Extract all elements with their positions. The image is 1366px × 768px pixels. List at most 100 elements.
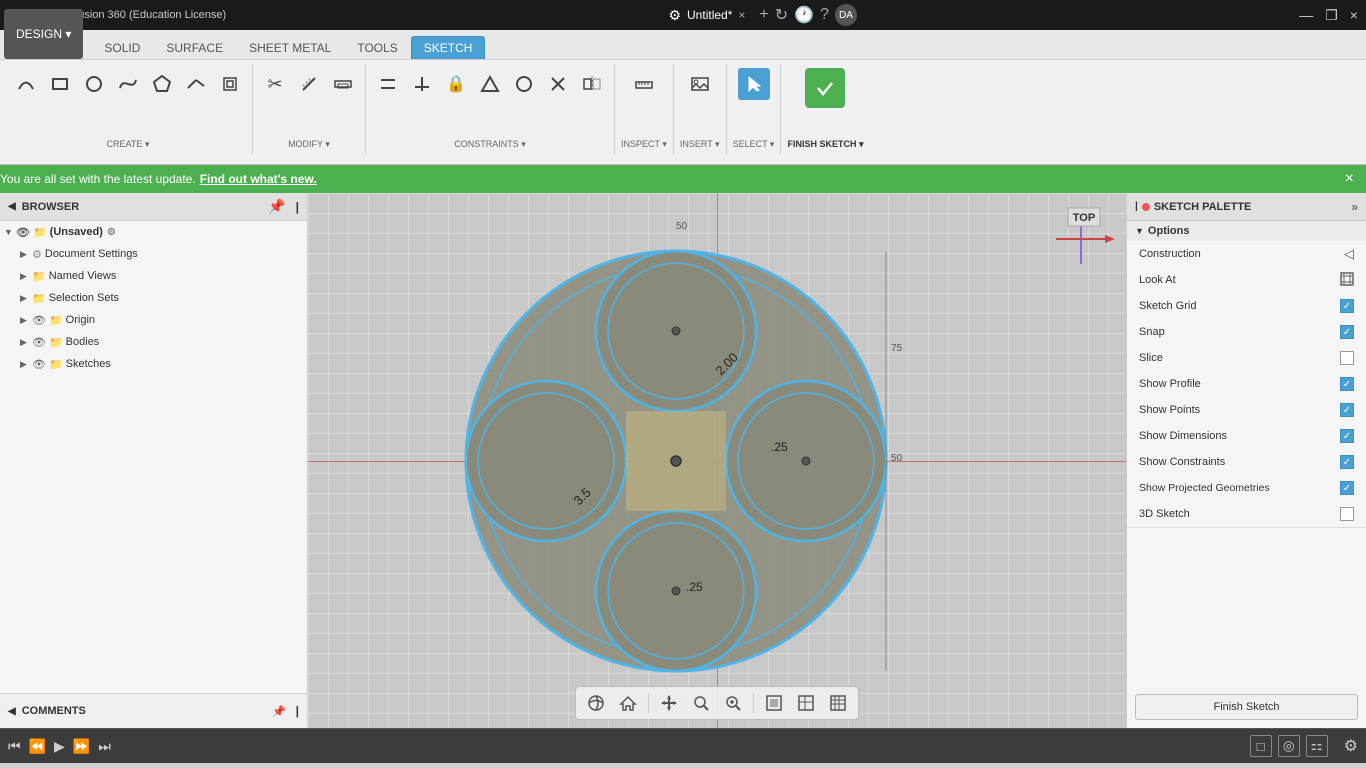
home-btn[interactable] bbox=[614, 689, 642, 717]
update-link[interactable]: Find out what's new. bbox=[200, 172, 317, 186]
circle-constraint[interactable] bbox=[508, 68, 540, 100]
display-mode-btn[interactable] bbox=[760, 689, 788, 717]
tab-solid[interactable]: SOLID bbox=[91, 36, 153, 59]
tab-sketch[interactable]: SKETCH bbox=[411, 36, 486, 59]
show-constraints-checkbox[interactable] bbox=[1340, 455, 1354, 469]
circle-tool[interactable] bbox=[78, 68, 110, 100]
tab-close-icon[interactable]: × bbox=[738, 8, 745, 22]
show-projected-checkbox[interactable] bbox=[1340, 481, 1354, 495]
parallel-constraint[interactable] bbox=[372, 68, 404, 100]
user-avatar[interactable]: DA bbox=[835, 4, 857, 26]
finish-sketch-btn-icon[interactable] bbox=[805, 68, 845, 108]
scissors-tool[interactable]: ✂ bbox=[259, 68, 291, 100]
slice-checkbox[interactable] bbox=[1340, 351, 1354, 365]
palette-row-look-at[interactable]: Look At bbox=[1127, 267, 1366, 293]
eye-icon[interactable]: 👁 bbox=[16, 226, 30, 239]
mirror-constraint[interactable] bbox=[576, 68, 608, 100]
palette-row-show-profile[interactable]: Show Profile bbox=[1127, 371, 1366, 397]
zoom-fit-btn[interactable] bbox=[687, 689, 715, 717]
triangle-constraint[interactable] bbox=[474, 68, 506, 100]
timeline-box-select-btn[interactable]: □ bbox=[1250, 735, 1272, 757]
zoom-btn[interactable] bbox=[719, 689, 747, 717]
eye-icon[interactable]: 👁 bbox=[32, 336, 46, 349]
browser-item-bodies[interactable]: ▶ 👁 📁 Bodies bbox=[0, 331, 307, 353]
palette-row-show-constraints[interactable]: Show Constraints bbox=[1127, 449, 1366, 475]
refresh-icon[interactable]: ↻ bbox=[775, 5, 788, 25]
ruler-tool[interactable] bbox=[628, 68, 660, 100]
timeline-cycle-btn[interactable]: ◎ bbox=[1278, 735, 1300, 757]
eye-icon[interactable]: 👁 bbox=[32, 358, 46, 371]
settings-gear-btn[interactable]: ⚙ bbox=[1344, 736, 1358, 756]
constraints-label[interactable]: CONSTRAINTS ▾ bbox=[454, 137, 526, 150]
extend-tool[interactable] bbox=[327, 68, 359, 100]
tab-title[interactable]: Untitled* bbox=[687, 8, 732, 22]
sketch-grid-checkbox[interactable] bbox=[1340, 299, 1354, 313]
palette-row-3d-sketch[interactable]: 3D Sketch bbox=[1127, 501, 1366, 527]
design-dropdown[interactable]: DESIGN ▾ bbox=[4, 9, 83, 59]
insert-image-tool[interactable] bbox=[684, 68, 716, 100]
timeline-next-btn[interactable]: ⏩ bbox=[73, 738, 90, 755]
show-points-checkbox[interactable] bbox=[1340, 403, 1354, 417]
browser-item-unsaved[interactable]: ▼ 👁 📁 (Unsaved) ⚙ bbox=[0, 221, 307, 243]
help-icon[interactable]: ? bbox=[820, 6, 829, 24]
palette-row-show-points[interactable]: Show Points bbox=[1127, 397, 1366, 423]
browser-item-origin[interactable]: ▶ 👁 📁 Origin bbox=[0, 309, 307, 331]
comments-collapse-btn[interactable]: | bbox=[296, 704, 299, 718]
grid-btn[interactable] bbox=[792, 689, 820, 717]
finish-sketch-palette-btn[interactable]: Finish Sketch bbox=[1135, 694, 1358, 720]
new-tab-btn[interactable]: + bbox=[759, 6, 768, 24]
update-close-btn[interactable]: × bbox=[1345, 170, 1354, 188]
maximize-btn[interactable]: ❐ bbox=[1325, 7, 1338, 24]
snap-checkbox[interactable] bbox=[1340, 325, 1354, 339]
select-label[interactable]: SELECT ▾ bbox=[733, 137, 775, 150]
browser-item-doc-settings[interactable]: ▶ ⚙ Document Settings bbox=[0, 243, 307, 265]
eye-icon[interactable]: 👁 bbox=[32, 314, 46, 327]
browser-item-named-views[interactable]: ▶ 📁 Named Views bbox=[0, 265, 307, 287]
show-dimensions-checkbox[interactable] bbox=[1340, 429, 1354, 443]
select-tool[interactable] bbox=[738, 68, 770, 100]
browser-item-sketches[interactable]: ▶ 👁 📁 Sketches bbox=[0, 353, 307, 375]
timeline-view-btn[interactable]: ⚏ bbox=[1306, 735, 1328, 757]
comments-pin-btn[interactable]: 📌 bbox=[272, 705, 286, 718]
spline-tool[interactable] bbox=[112, 68, 144, 100]
view-settings-btn[interactable] bbox=[824, 689, 852, 717]
polygon-tool[interactable] bbox=[146, 68, 178, 100]
timeline-start-btn[interactable]: ⏮ bbox=[8, 738, 21, 755]
browser-pin-btn[interactable]: 📌 bbox=[268, 198, 285, 215]
palette-row-show-projected[interactable]: Show Projected Geometries bbox=[1127, 475, 1366, 501]
cross-constraint[interactable] bbox=[542, 68, 574, 100]
tab-surface[interactable]: SURFACE bbox=[153, 36, 236, 59]
orbit-btn[interactable] bbox=[582, 689, 610, 717]
finish-sketch-label[interactable]: FINISH SKETCH ▾ bbox=[787, 137, 863, 150]
browser-collapse-btn[interactable]: | bbox=[296, 200, 299, 214]
timeline-end-btn[interactable]: ⏭ bbox=[98, 738, 111, 755]
minimize-btn[interactable]: — bbox=[1299, 7, 1313, 23]
palette-options-header[interactable]: ▼ Options bbox=[1127, 221, 1366, 241]
history-icon[interactable]: 🕐 bbox=[794, 5, 814, 25]
offset-tool[interactable] bbox=[214, 68, 246, 100]
3d-sketch-checkbox[interactable] bbox=[1340, 507, 1354, 521]
pan-btn[interactable] bbox=[655, 689, 683, 717]
timeline-play-btn[interactable]: ▶ bbox=[54, 738, 65, 755]
browser-item-selection-sets[interactable]: ▶ 📁 Selection Sets bbox=[0, 287, 307, 309]
show-profile-checkbox[interactable] bbox=[1340, 377, 1354, 391]
palette-row-snap[interactable]: Snap bbox=[1127, 319, 1366, 345]
perpendicular-constraint[interactable] bbox=[406, 68, 438, 100]
timeline-prev-btn[interactable]: ⏪ bbox=[29, 738, 46, 755]
tab-tools[interactable]: TOOLS bbox=[344, 36, 410, 59]
palette-row-sketch-grid[interactable]: Sketch Grid bbox=[1127, 293, 1366, 319]
view-cube[interactable]: TOP bbox=[1043, 201, 1118, 276]
create-label[interactable]: CREATE ▾ bbox=[107, 137, 150, 150]
trim-tool[interactable] bbox=[293, 68, 325, 100]
tab-sheet-metal[interactable]: SHEET METAL bbox=[236, 36, 344, 59]
palette-expand-btn[interactable]: » bbox=[1351, 200, 1358, 214]
lock-constraint[interactable]: 🔒 bbox=[440, 68, 472, 100]
inspect-label[interactable]: INSPECT ▾ bbox=[621, 137, 667, 150]
close-btn[interactable]: × bbox=[1350, 7, 1358, 23]
canvas-area[interactable]: 2.00 3.5 .25 .25 75 50 50 bbox=[308, 193, 1126, 728]
rect-tool[interactable] bbox=[44, 68, 76, 100]
line-tool[interactable] bbox=[180, 68, 212, 100]
modify-label[interactable]: MODIFY ▾ bbox=[288, 137, 330, 150]
arc-tool[interactable] bbox=[10, 68, 42, 100]
palette-row-slice[interactable]: Slice bbox=[1127, 345, 1366, 371]
